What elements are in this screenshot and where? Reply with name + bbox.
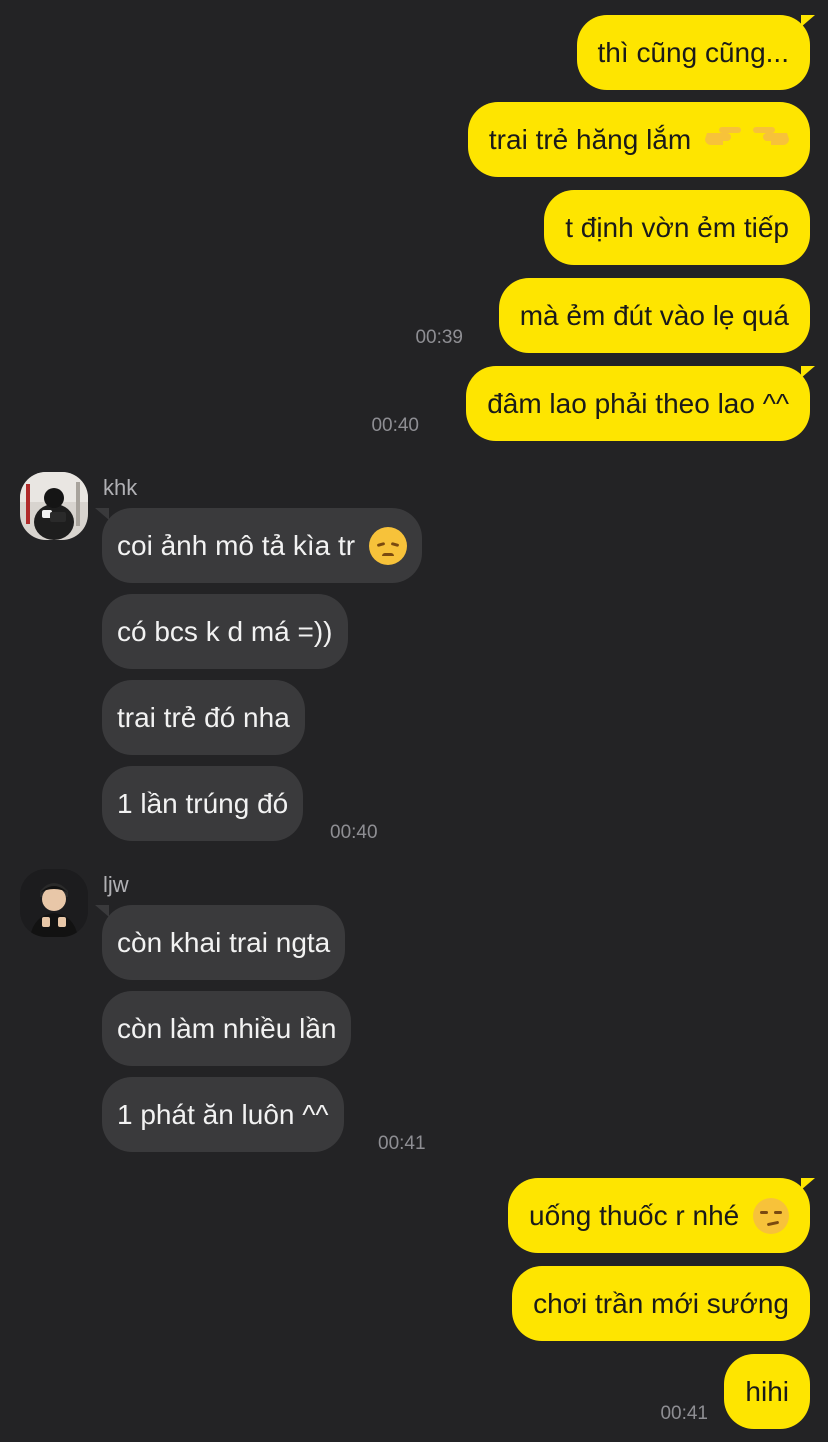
- outgoing-message[interactable]: chơi trần mới sướng: [512, 1266, 810, 1341]
- message-timestamp: 00:41: [378, 1133, 426, 1154]
- outgoing-message[interactable]: đâm lao phải theo lao ^^: [466, 366, 810, 441]
- disappointed-face-emoji: [368, 526, 407, 565]
- incoming-message[interactable]: trai trẻ đó nha: [102, 680, 305, 755]
- message-text: có bcs k d má =)): [117, 616, 333, 647]
- smirking-face-emoji: [753, 1197, 789, 1234]
- outgoing-message[interactable]: hihi: [724, 1354, 810, 1429]
- message-timestamp: 00:40: [330, 822, 378, 843]
- message-text: 1 lần trúng đó: [117, 788, 289, 819]
- outgoing-message[interactable]: mà ẻm đút vào lẹ quá: [498, 278, 810, 353]
- message-text: còn làm nhiều lần: [117, 1013, 337, 1044]
- message-text: coi ảnh mô tả kìa tr: [117, 530, 356, 561]
- message-text: thì cũng cũng...: [597, 37, 789, 68]
- incoming-message[interactable]: coi ảnh mô tả kìa tr: [102, 508, 422, 583]
- bubble-tail: [801, 1178, 815, 1190]
- incoming-message[interactable]: 1 phát ăn luôn ^^: [102, 1077, 344, 1152]
- message-text: đâm lao phải theo lao ^^: [487, 388, 789, 419]
- message-text: chơi trần mới sướng: [533, 1288, 789, 1319]
- message-text: hihi: [745, 1376, 789, 1407]
- message-timestamp: 00:40: [371, 415, 419, 436]
- message-text: mà ẻm đút vào lẹ quá: [519, 300, 789, 331]
- message-text: còn khai trai ngta: [117, 927, 331, 958]
- incoming-message[interactable]: còn khai trai ngta: [102, 905, 346, 980]
- chat-thread[interactable]: thì cũng cũng... trai trẻ hăng lắm t địn…: [0, 0, 828, 1442]
- bubble-tail: [801, 15, 815, 27]
- outgoing-message[interactable]: t định vờn ẻm tiếp: [544, 190, 810, 265]
- incoming-message[interactable]: có bcs k d má =)): [102, 594, 348, 669]
- sender-name: ljw: [103, 872, 129, 897]
- message-timestamp: 00:41: [660, 1403, 708, 1424]
- pointing-hands-emoji: [705, 102, 789, 177]
- outgoing-message[interactable]: thì cũng cũng...: [576, 15, 810, 90]
- message-text: t định vờn ẻm tiếp: [565, 212, 789, 243]
- message-timestamp: 00:39: [415, 327, 463, 348]
- message-text: trai trẻ đó nha: [117, 702, 290, 733]
- bubble-tail: [801, 366, 815, 378]
- outgoing-message[interactable]: trai trẻ hăng lắm: [467, 102, 810, 177]
- avatar[interactable]: [20, 869, 88, 937]
- sender-name: khk: [103, 475, 138, 500]
- message-text: 1 phát ăn luôn ^^: [117, 1099, 329, 1130]
- bubble-tail: [95, 905, 109, 917]
- message-text: trai trẻ hăng lắm: [488, 124, 692, 155]
- incoming-message[interactable]: còn làm nhiều lần: [102, 991, 352, 1066]
- incoming-message[interactable]: 1 lần trúng đó: [102, 766, 304, 841]
- bubble-tail: [95, 508, 109, 520]
- message-text: uống thuốc r nhé: [529, 1200, 740, 1231]
- avatar[interactable]: [20, 472, 88, 540]
- outgoing-message[interactable]: uống thuốc r nhé: [508, 1178, 810, 1253]
